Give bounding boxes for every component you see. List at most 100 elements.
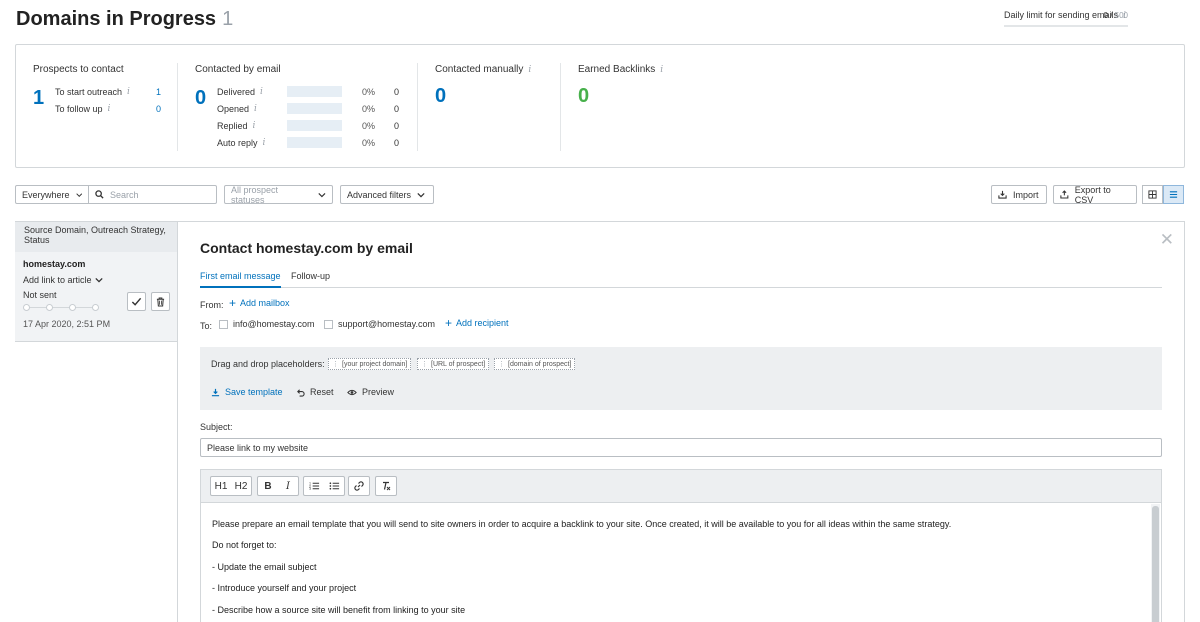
mark-done-button[interactable]: [127, 292, 146, 311]
add-recipient-link[interactable]: + Add recipient: [445, 315, 509, 330]
prospects-row: To follow up i 0: [55, 104, 161, 114]
trash-icon: [156, 296, 165, 307]
grid-view-button[interactable]: [1142, 185, 1163, 204]
info-icon[interactable]: i: [253, 121, 256, 131]
email-row-delivered-label: Delivered: [217, 87, 256, 97]
placeholder-chip[interactable]: ⋮ [your project domain]: [328, 358, 412, 370]
heading1-button[interactable]: H1: [211, 477, 231, 495]
scrollbar-thumb[interactable]: [1152, 506, 1159, 622]
prospects-row-value[interactable]: 1: [156, 87, 161, 97]
page-title-count: 1: [222, 8, 234, 30]
scope-select-value: Everywhere: [22, 189, 70, 200]
status-progress: [23, 304, 99, 312]
italic-button[interactable]: I: [278, 477, 298, 495]
body-line: - Update the email subject: [212, 562, 317, 572]
email-row-value[interactable]: 0: [394, 104, 399, 114]
import-label: Import: [1013, 189, 1039, 200]
tab-follow-up[interactable]: Follow-up: [291, 271, 330, 288]
heading2-button[interactable]: H2: [231, 477, 251, 495]
body-line: Please prepare an email template that yo…: [212, 519, 952, 529]
email-row-value[interactable]: 0: [394, 87, 399, 97]
divider: [177, 63, 178, 151]
plus-icon: +: [445, 315, 453, 330]
divider: [560, 63, 561, 151]
drag-handle-icon: ⋮: [332, 361, 339, 368]
status-step: [46, 304, 53, 311]
recipient-checkbox[interactable]: [219, 320, 228, 329]
strategy-select[interactable]: Add link to article: [23, 275, 103, 285]
delete-button[interactable]: [151, 292, 170, 311]
info-icon[interactable]: i: [108, 104, 111, 114]
ordered-list-icon: 123: [309, 482, 319, 491]
search-input[interactable]: Search: [88, 185, 217, 204]
page-title-text: Domains in Progress: [16, 8, 217, 30]
heading2-label: H2: [234, 480, 248, 492]
link-button[interactable]: [349, 477, 369, 495]
placeholder-chip-label: [your project domain]: [342, 360, 408, 368]
tab-first-email[interactable]: First email message: [200, 271, 281, 288]
export-csv-button[interactable]: Export to CSV: [1053, 185, 1137, 205]
info-icon[interactable]: i: [263, 138, 266, 148]
scope-select[interactable]: Everywhere: [15, 185, 89, 204]
to-label: To:: [200, 321, 213, 331]
placeholder-chip[interactable]: ⋮ [URL of prospect]: [417, 358, 490, 370]
preview-label: Preview: [362, 387, 395, 397]
bold-button[interactable]: B: [258, 477, 278, 495]
import-icon: [998, 190, 1007, 199]
prospects-title: Prospects to contact: [33, 64, 124, 75]
list-item[interactable]: homestay.com Add link to article Not sen…: [15, 252, 177, 342]
status-filter-value: All prospect statuses: [231, 184, 279, 205]
add-mailbox-link[interactable]: + Add mailbox: [229, 297, 290, 309]
status-filter[interactable]: All prospect statuses: [224, 184, 333, 205]
export-icon: [1060, 190, 1069, 199]
prospect-domain[interactable]: homestay.com: [23, 259, 85, 269]
info-icon[interactable]: i: [254, 104, 257, 114]
manual-title: Contacted manually i: [435, 64, 531, 75]
prospects-row-value[interactable]: 0: [156, 104, 161, 114]
advanced-filters-button[interactable]: Advanced filters: [340, 185, 434, 204]
prospects-row: To start outreach i 1: [55, 87, 161, 97]
info-icon[interactable]: i: [528, 65, 531, 75]
chevron-down-icon: [94, 277, 103, 283]
info-icon[interactable]: i: [260, 87, 263, 97]
backlinks-title: Earned Backlinks i: [578, 64, 663, 75]
clear-format-button[interactable]: [376, 477, 396, 495]
tab-bar: First email message Follow-up: [200, 271, 1162, 288]
search-placeholder: Search: [110, 189, 139, 200]
info-icon[interactable]: i: [660, 65, 663, 75]
save-template-button[interactable]: Save template: [211, 387, 283, 397]
subject-input[interactable]: Please link to my website: [200, 438, 1162, 457]
daily-limit: Daily limit for sending emails i 0 / 500: [1004, 10, 1128, 27]
list-view-button[interactable]: [1163, 185, 1184, 204]
daily-limit-bar: [1004, 25, 1128, 27]
stats-panel: Prospects to contact 1 To start outreach…: [15, 44, 1185, 168]
bullet-list-button[interactable]: [324, 477, 344, 495]
prospects-row-label: To start outreach: [55, 87, 123, 97]
import-button[interactable]: Import: [991, 185, 1047, 204]
info-icon[interactable]: i: [127, 87, 130, 97]
email-row-value[interactable]: 0: [394, 138, 399, 148]
reset-label: Reset: [310, 387, 334, 397]
ordered-list-button[interactable]: 123: [304, 477, 324, 495]
editor-scrollbar[interactable]: [1151, 504, 1160, 622]
status-step: [69, 304, 76, 311]
from-label: From:: [200, 300, 224, 310]
bold-label: B: [264, 480, 272, 492]
placeholder-chip[interactable]: ⋮ [domain of prospect]: [494, 358, 576, 370]
prospects-total: 1: [33, 87, 45, 109]
daily-limit-value: 0 / 500: [1104, 11, 1128, 20]
status-step: [92, 304, 99, 311]
reset-button[interactable]: Reset: [296, 387, 334, 397]
recipient-checkbox[interactable]: [324, 320, 333, 329]
drag-handle-icon: ⋮: [421, 361, 428, 368]
page-title: Domains in Progress 1: [16, 8, 233, 31]
eye-icon: [347, 389, 357, 395]
preview-button[interactable]: Preview: [347, 387, 394, 397]
close-icon[interactable]: ✕: [1160, 230, 1174, 250]
placeholder-chip-label: [URL of prospect]: [431, 360, 486, 368]
list-header[interactable]: Source Domain, Outreach Strategy, Status: [15, 221, 177, 252]
prospect-date: 17 Apr 2020, 2:51 PM: [23, 319, 111, 329]
email-row-label: Delivered i: [217, 87, 263, 97]
email-row-value[interactable]: 0: [394, 121, 399, 131]
email-editor[interactable]: H1 H2 B I 123 Please prepare an email te…: [200, 469, 1162, 622]
